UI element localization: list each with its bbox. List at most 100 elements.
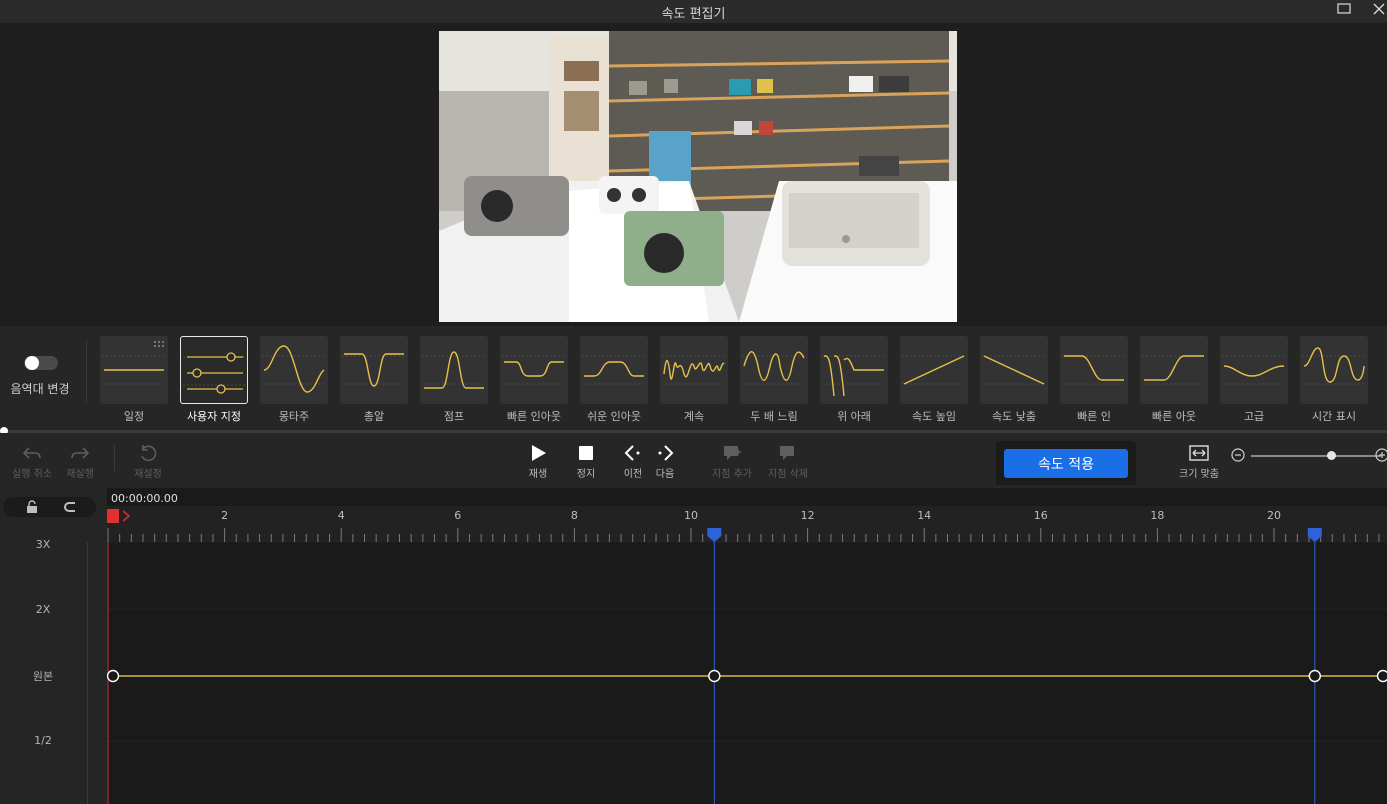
preset-easy-inout[interactable]: 쉬운 인아웃: [580, 336, 648, 428]
next-icon: [658, 445, 674, 461]
preset-double-slow[interactable]: 두 배 느림: [740, 336, 808, 428]
close-button[interactable]: [1368, 1, 1387, 21]
title-bar: 속도 편집기: [0, 0, 1387, 23]
preset-thumbnail: [500, 336, 568, 404]
preset-advanced[interactable]: 고급: [1220, 336, 1288, 428]
preset-thumbnail: [340, 336, 408, 404]
y-label-original: 원본: [32, 670, 54, 683]
ruler-label: 8: [571, 509, 578, 522]
preset-continue[interactable]: 계속: [660, 336, 728, 428]
preset-thumbnail: [260, 336, 328, 404]
magnet-icon[interactable]: [63, 500, 77, 514]
preset-label: 계속: [683, 410, 705, 423]
ruler-label: 14: [917, 509, 931, 522]
preset-label: 두 배 느림: [750, 410, 798, 423]
toolbar: 실행 취소 재실행 재설정 재생 정지 이전 다음 지점 추가 지점 삭제 속도…: [0, 433, 1387, 488]
keyframe-marker: [1307, 528, 1322, 542]
preset-thumbnail: [100, 336, 168, 404]
close-icon: [1373, 3, 1385, 15]
redo-button[interactable]: 재실행: [60, 443, 100, 485]
add-point-icon: [724, 446, 741, 460]
preset-thumbnail: [660, 336, 728, 404]
y-scale: [87, 542, 88, 804]
add-point-button[interactable]: 지점 추가: [707, 443, 757, 485]
y-label-2x: 2X: [35, 603, 51, 616]
preset-fast-inout[interactable]: 빠른 인아웃: [500, 336, 568, 428]
preset-custom[interactable]: 사용자 지정: [180, 336, 248, 428]
preset-thumbnail: [820, 336, 888, 404]
preset-time-mark[interactable]: 시간 표시: [1300, 336, 1368, 428]
speed-keyframe-point: [708, 669, 721, 683]
preset-flat[interactable]: 일정: [100, 336, 168, 428]
reset-button[interactable]: 재설정: [128, 443, 168, 485]
zoom-out-icon[interactable]: [1231, 448, 1245, 462]
preset-thumbnail: [1220, 336, 1288, 404]
zoom-in-icon[interactable]: [1375, 448, 1387, 462]
zoom-slider-handle[interactable]: [1327, 451, 1336, 460]
preset-thumbnail: [740, 336, 808, 404]
speed-preset-strip: 음역대 변경 일정 사용자 지정 몽타주 총알 점프 빠른 인아웃 쉬운 인아웃 계속 두 배 …: [0, 326, 1387, 430]
preset-fast-out[interactable]: 빠른 아웃: [1140, 336, 1208, 428]
preset-thumbnail: [900, 336, 968, 404]
reset-icon: [141, 445, 157, 462]
preset-speed-up[interactable]: 속도 높임: [900, 336, 968, 428]
speed-graph[interactable]: [107, 542, 1387, 804]
ruler-label: 4: [338, 509, 345, 522]
timeline-left-panel: 3X 2X 원본 1/2: [0, 488, 107, 804]
preset-thumbnail: [1140, 336, 1208, 404]
y-label-3x: 3X: [35, 538, 51, 551]
undo-icon: [22, 447, 41, 459]
divider: [86, 340, 87, 402]
play-button[interactable]: 재생: [522, 443, 554, 485]
delete-point-icon: [780, 446, 794, 460]
preset-fast-in[interactable]: 빠른 인: [1060, 336, 1128, 428]
delete-point-button[interactable]: 지점 삭제: [763, 443, 813, 485]
preset-jump[interactable]: 점프: [420, 336, 488, 428]
delete-point-label: 지점 삭제: [768, 469, 808, 480]
pitch-toggle[interactable]: [24, 356, 58, 370]
fit-size-button[interactable]: 크기 맞춤: [1174, 443, 1224, 485]
preset-label: 빠른 아웃: [1152, 410, 1196, 423]
next-point-button[interactable]: 다음: [650, 443, 680, 485]
toggle-knob: [25, 356, 39, 370]
preset-bullet[interactable]: 총알: [340, 336, 408, 428]
speed-keyframe-point: [107, 669, 120, 683]
apply-speed-button[interactable]: 속도 적용: [1004, 449, 1128, 478]
preset-label: 속도 낮춤: [992, 410, 1036, 423]
preset-label: 사용자 지정: [186, 410, 242, 423]
redo-label: 재실행: [66, 469, 94, 480]
maximize-icon: [1337, 3, 1351, 14]
ruler-label: 16: [1034, 509, 1048, 522]
pitch-toggle-label: 음역대 변경: [10, 382, 70, 396]
preset-label: 고급: [1243, 410, 1265, 423]
preset-thumbnail: [1300, 336, 1368, 404]
fit-label: 크기 맞춤: [1179, 469, 1219, 480]
ruler-label: 6: [454, 509, 461, 522]
divider: [114, 445, 115, 471]
preset-updown[interactable]: 위 아래: [820, 336, 888, 428]
stop-label: 정지: [576, 469, 596, 480]
next-label: 다음: [655, 469, 675, 480]
zoom-slider[interactable]: [1251, 455, 1381, 457]
unlock-icon[interactable]: [25, 500, 39, 514]
speed-timeline: 3X 2X 원본 1/2 00:00:00.00 2 4 6 8 10 12 14 16 18 2…: [0, 488, 1387, 804]
preset-label: 위 아래: [837, 410, 871, 423]
lock-magnet-group: [3, 497, 96, 517]
preset-montage[interactable]: 몽타주: [260, 336, 328, 428]
undo-button[interactable]: 실행 취소: [8, 443, 56, 485]
preview-area: [0, 23, 1387, 347]
preset-label: 점프: [443, 410, 465, 423]
prev-point-button[interactable]: 이전: [618, 443, 648, 485]
speed-keyframe-point: [1308, 669, 1322, 683]
maximize-button[interactable]: [1333, 1, 1355, 21]
keyframe-marker: [707, 528, 722, 542]
time-ruler[interactable]: 24681012141618202: [107, 506, 1387, 542]
preset-label: 빠른 인: [1077, 410, 1111, 423]
window-title: 속도 편집기: [661, 7, 726, 22]
preset-speed-down[interactable]: 속도 낮춤: [980, 336, 1048, 428]
preset-label: 쉬운 인아웃: [586, 410, 642, 423]
playhead-marker: [107, 509, 119, 523]
ruler-label: 2: [221, 509, 228, 522]
stop-button[interactable]: 정지: [570, 443, 602, 485]
preset-label: 몽타주: [278, 410, 310, 423]
